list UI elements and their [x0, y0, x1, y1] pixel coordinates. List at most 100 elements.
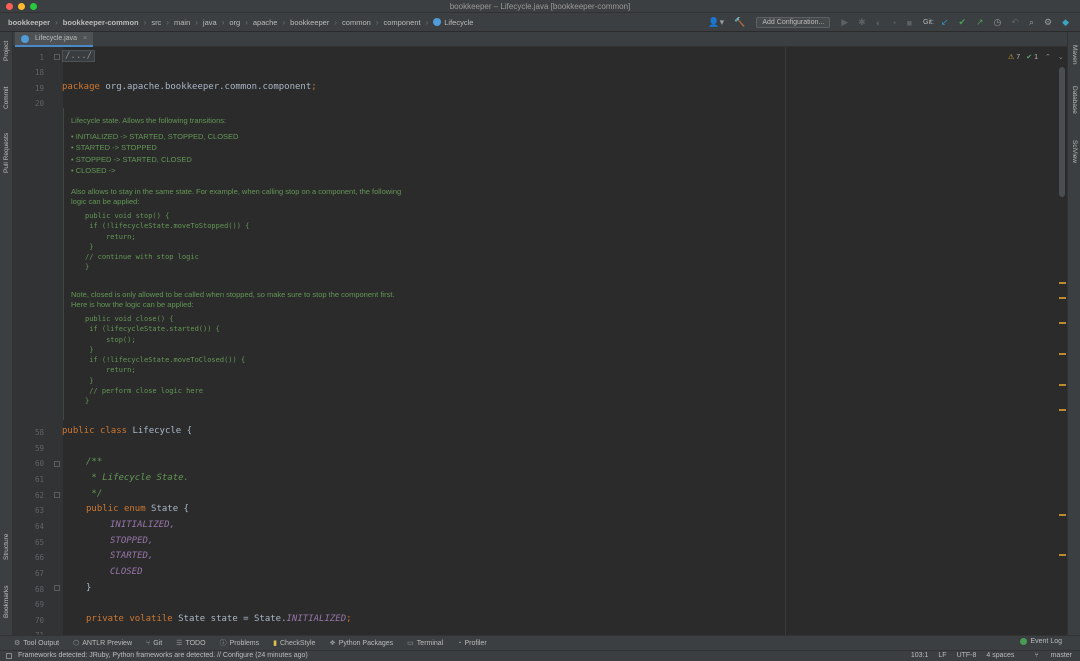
fold-marker-icon[interactable] [54, 492, 60, 498]
breadcrumb-item[interactable]: common [340, 18, 373, 27]
line-separator[interactable]: LF [938, 652, 946, 659]
status-message[interactable]: Frameworks detected: JRuby, Python frame… [18, 652, 308, 659]
git-commit-icon[interactable]: ✔ [958, 17, 966, 28]
javadoc-line: * Lifecycle State. [86, 473, 189, 483]
breadcrumb-item[interactable]: java [201, 18, 219, 27]
tool-tab-pull-requests[interactable]: Pull Requests [0, 128, 13, 178]
vertical-scrollbar[interactable] [1059, 67, 1065, 197]
line-number: 65 [34, 538, 44, 547]
breadcrumb-item[interactable]: src [149, 18, 163, 27]
breadcrumb-item[interactable]: main [172, 18, 192, 27]
window-title: bookkeeper – Lifecycle.java [bookkeeper-… [449, 2, 631, 11]
editor-tab-bar: Lifecycle.java × [13, 32, 1067, 47]
fold-marker-icon[interactable] [54, 585, 60, 591]
enum-constant: STARTED, [110, 551, 154, 561]
debug-icon[interactable]: ✱ [858, 17, 866, 28]
caret-position[interactable]: 103:1 [911, 652, 929, 659]
tool-tab-bookmarks[interactable]: Bookmarks [0, 580, 13, 624]
warning-marker[interactable] [1059, 282, 1066, 284]
breadcrumb-item[interactable]: bookkeeper-common [61, 18, 141, 27]
breadcrumb-item[interactable]: apache [251, 18, 280, 27]
right-tool-strip: Maven Database SciView [1067, 32, 1080, 635]
chevron-down-icon[interactable]: ⌄ [1058, 53, 1064, 61]
problems-tab[interactable]: ⓘ Problems [220, 638, 260, 648]
breadcrumb-class[interactable]: Lifecycle [431, 18, 475, 27]
warning-marker[interactable] [1059, 353, 1066, 355]
folded-imports[interactable]: /.../ [62, 50, 96, 62]
keyword: class [99, 426, 128, 436]
code-editor[interactable]: 1 18 19 20 58 59 60 61 62 63 64 65 66 67… [13, 47, 1067, 635]
git-branch[interactable]: ⑂ master [1024, 652, 1072, 659]
inspection-widget[interactable]: ⚠ 7 ✔ 1 ⌃ ⌄ [1008, 53, 1064, 62]
user-icon[interactable]: 👤▾ [708, 17, 724, 28]
git-update-icon[interactable]: ↙ [941, 17, 949, 28]
indent-setting[interactable]: 4 spaces [986, 652, 1014, 659]
layout-toggle-icon[interactable] [6, 653, 12, 659]
stop-icon[interactable]: ■ [907, 18, 912, 28]
line-number: 18 [34, 68, 44, 77]
tool-label: Python Packages [338, 639, 394, 647]
tool-tab-database[interactable]: Database [1068, 80, 1080, 120]
tool-label: TODO [185, 639, 206, 647]
keyword: private [86, 614, 124, 624]
warning-marker[interactable] [1059, 554, 1066, 556]
profile-icon[interactable]: ◔ [891, 18, 896, 28]
event-log-tab[interactable]: Event Log [1020, 638, 1062, 645]
breadcrumb-item[interactable]: org [227, 18, 242, 27]
status-bar: Frameworks detected: JRuby, Python frame… [0, 650, 1080, 661]
checkstyle-icon: ▮ [273, 640, 277, 647]
line-number: 64 [34, 522, 44, 531]
breadcrumb-item[interactable]: bookkeeper [288, 18, 331, 27]
line-number: 70 [34, 616, 44, 625]
warning-marker[interactable] [1059, 384, 1066, 386]
breadcrumb-item[interactable]: bookkeeper [6, 18, 52, 27]
breadcrumb-item[interactable]: component [381, 18, 422, 27]
git-push-icon[interactable]: ↗ [976, 17, 984, 28]
line-number: 19 [34, 84, 44, 93]
checkstyle-tab[interactable]: ▮ CheckStyle [273, 639, 315, 648]
javadoc-line: */ [86, 489, 103, 499]
search-icon[interactable]: ⌕ [1029, 17, 1034, 28]
terminal-tab[interactable]: ▭ Terminal [407, 639, 443, 648]
chevron-up-icon[interactable]: ⌃ [1045, 53, 1051, 61]
todo-tab[interactable]: ☰ TODO [176, 639, 206, 648]
line-number: 58 [34, 428, 44, 437]
doc-bullet: • INITIALIZED -> STARTED, STOPPED, CLOSE… [71, 132, 239, 141]
tool-tab-maven[interactable]: Maven [1068, 40, 1080, 70]
antlr-preview-tab[interactable]: ⬡ ANTLR Preview [73, 639, 132, 648]
settings-gear-icon[interactable]: ⚙ [1044, 17, 1052, 28]
tool-tab-commit[interactable]: Commit [0, 82, 13, 114]
run-icon[interactable]: ▶ [841, 17, 848, 28]
warning-marker[interactable] [1059, 322, 1066, 324]
add-configuration-button[interactable]: Add Configuration... [756, 17, 831, 28]
line-gutter: 1 18 19 20 58 59 60 61 62 63 64 65 66 67… [13, 47, 63, 635]
tool-tab-sciview[interactable]: SciView [1068, 134, 1080, 170]
code-line: } [86, 583, 92, 593]
tool-tab-structure[interactable]: Structure [0, 527, 13, 567]
tool-tab-project[interactable]: Project [0, 36, 13, 66]
tool-output-tab[interactable]: ⚙ Tool Output [14, 639, 59, 648]
code-line: public enum State { [86, 504, 189, 514]
warning-marker[interactable] [1059, 409, 1066, 411]
javadoc-line: /** [86, 457, 103, 467]
git-tab[interactable]: ⑂ Git [146, 640, 162, 647]
code-line: /.../ [62, 50, 96, 62]
python-packages-tab[interactable]: ❖ Python Packages [329, 639, 394, 648]
profiler-tab[interactable]: ◔ Profiler [457, 640, 486, 647]
chevron-right-icon: › [375, 17, 379, 27]
warning-marker[interactable] [1059, 514, 1066, 516]
fold-marker-icon[interactable] [54, 461, 60, 467]
history-icon[interactable]: ◷ [994, 17, 1002, 28]
rollback-icon[interactable]: ↶ [1011, 17, 1019, 28]
breadcrumb: bookkeeper › bookkeeper-common › src › main… [0, 18, 475, 27]
build-hammer-icon[interactable]: 🔨 [734, 17, 745, 28]
file-tab-lifecycle[interactable]: Lifecycle.java × [15, 32, 94, 47]
coverage-icon[interactable]: ◐ [876, 18, 881, 28]
package-icon: ❖ [329, 640, 336, 647]
close-tab-icon[interactable]: × [83, 35, 87, 42]
plugin-icon[interactable]: ◆ [1062, 17, 1069, 28]
file-encoding[interactable]: UTF-8 [957, 652, 977, 659]
fold-marker-icon[interactable] [54, 54, 60, 60]
terminal-icon: ▭ [407, 640, 414, 647]
warning-marker[interactable] [1059, 297, 1066, 299]
